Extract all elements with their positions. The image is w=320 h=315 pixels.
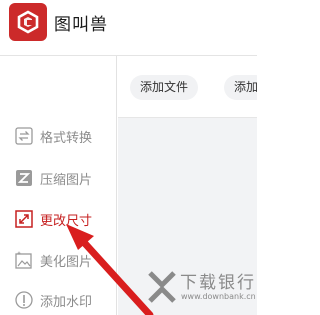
- watermark-text: 下载银行: [180, 273, 256, 293]
- downbank-logo-icon: [148, 271, 176, 303]
- watermark: 下载银行 www.downbank.cn: [147, 268, 257, 308]
- watermark-url: www.downbank.cn: [181, 292, 256, 301]
